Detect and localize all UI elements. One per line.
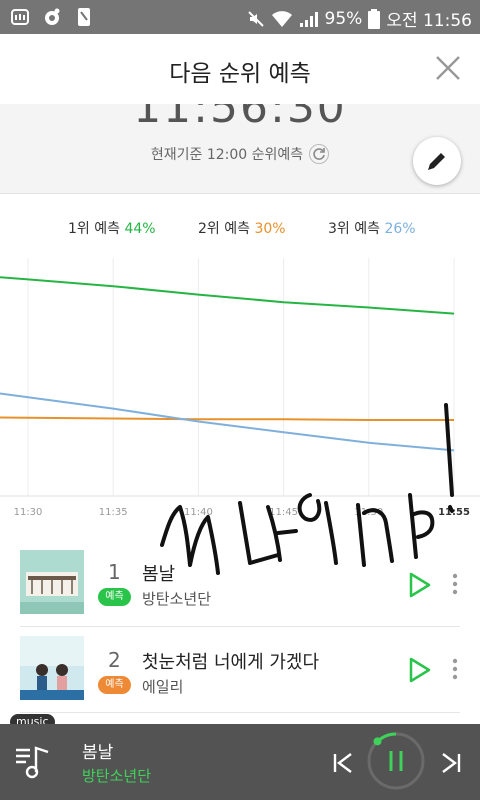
page-title: 다음 순위 예측: [169, 61, 311, 87]
x-tick-label: 11:35: [99, 507, 128, 518]
mini-player[interactable]: 봄날 방탄소년단: [0, 724, 480, 800]
signal-icon: [299, 11, 318, 27]
legend-item-rank3: 3위 예측 26%: [328, 218, 416, 238]
song-title: 봄날: [142, 564, 176, 585]
more-vertical-icon[interactable]: [450, 658, 460, 680]
playback-progress-dot: [373, 737, 382, 746]
play-icon[interactable]: [408, 572, 432, 598]
x-tick-label: 11:55: [438, 507, 470, 518]
close-icon[interactable]: [432, 52, 464, 84]
legend-item-rank2: 2위 예측 30%: [198, 218, 286, 238]
artist-name: 에일리: [142, 678, 184, 696]
prediction-badge: 예측: [98, 588, 131, 606]
prediction-basis: 현재기준 12:00 순위예측: [0, 144, 480, 165]
wifi-icon: [271, 10, 292, 27]
series-line: [0, 416, 454, 421]
list-item[interactable]: 1 봄날 예측 방탄소년단: [0, 538, 480, 626]
list-item[interactable]: 2 첫눈처럼 너에게 가겠다 예측 에일리: [0, 626, 480, 714]
pencil-icon: [428, 153, 445, 170]
app-notification-icon: [11, 9, 29, 25]
playlist-icon: [16, 746, 49, 779]
edit-button[interactable]: [413, 137, 461, 185]
pause-icon: [389, 751, 403, 771]
pause-button[interactable]: [366, 731, 426, 791]
header: 다음 순위 예측: [0, 34, 480, 104]
album-art: [20, 636, 84, 700]
now-playing-title: 봄날: [82, 743, 114, 763]
legend-label: 1위 예측: [68, 221, 120, 237]
prediction-basis-text: 현재기준 12:00 순위예측: [150, 147, 304, 163]
countdown-timer: 11:56:30: [133, 104, 347, 133]
prediction-badge: 예측: [98, 676, 131, 694]
battery-percent: 95%: [324, 8, 363, 29]
more-vertical-icon[interactable]: [450, 573, 460, 595]
legend-value: 30%: [254, 221, 286, 237]
rank-number: 2: [108, 648, 121, 672]
divider: [20, 712, 460, 713]
album-art: [20, 550, 84, 614]
legend-value: 26%: [384, 221, 416, 237]
skip-previous-icon[interactable]: [332, 752, 354, 774]
legend-label: 2위 예측: [198, 221, 250, 237]
refresh-icon[interactable]: [309, 144, 330, 164]
now-playing-artist: 방탄소년단: [82, 767, 152, 785]
skip-next-icon[interactable]: [440, 752, 462, 774]
music-notification-icon: [45, 8, 60, 25]
status-bar: 95% 오전 11:56: [0, 0, 480, 34]
legend-item-rank1: 1위 예측 44%: [68, 218, 156, 238]
playlist-button[interactable]: [10, 738, 56, 784]
rank-number: 1: [108, 560, 121, 584]
mute-icon: [247, 10, 264, 27]
series-line: [0, 276, 455, 315]
legend-label: 3위 예측: [328, 221, 380, 237]
x-tick-label: 11:40: [184, 507, 213, 518]
prediction-chart: 11:30 11:35 11:40 11:45 11:50 11:55: [0, 258, 480, 518]
countdown-panel: 11:56:30 현재기준 12:00 순위예측: [0, 104, 480, 194]
chart-legend: 1위 예측 44% 2위 예측 30% 3위 예측 26%: [0, 218, 480, 238]
x-tick-label: 11:45: [269, 507, 298, 518]
series-line: [0, 392, 455, 452]
notification-icons: [10, 7, 94, 27]
x-tick-label: 11:30: [14, 507, 43, 518]
clock: 오전 11:56: [386, 11, 472, 31]
play-icon[interactable]: [408, 657, 432, 683]
legend-value: 44%: [124, 221, 156, 237]
phone-notification-icon: [78, 8, 90, 26]
artist-name: 방탄소년단: [142, 590, 212, 608]
system-status: 95% 오전 11:56: [247, 6, 472, 31]
x-tick-label: 11:50: [354, 507, 383, 518]
song-title: 첫눈처럼 너에게 가겠다: [142, 652, 320, 673]
battery-icon: [368, 8, 381, 29]
